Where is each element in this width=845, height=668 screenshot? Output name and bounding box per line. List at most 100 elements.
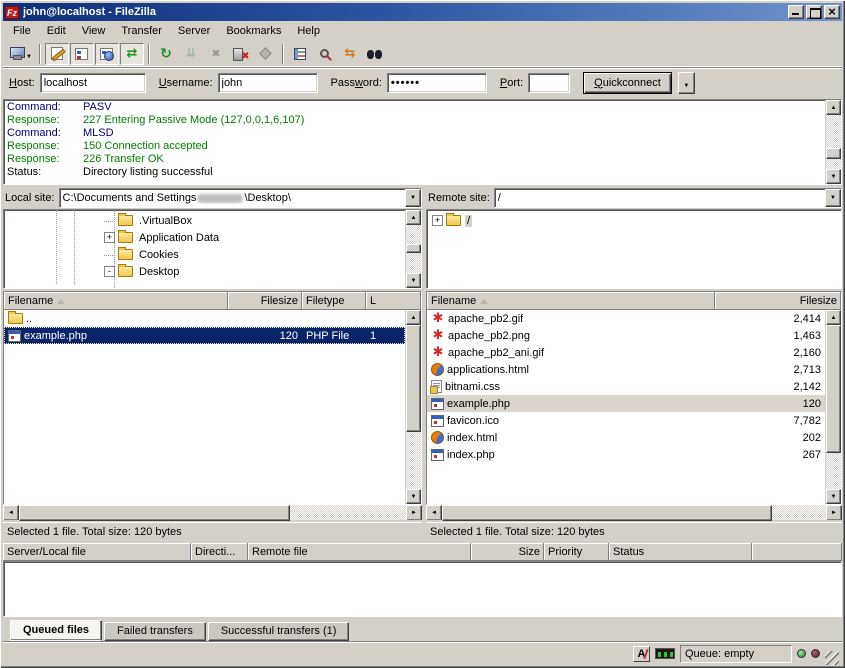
column-header-filename[interactable]: Filename [4, 292, 228, 310]
scroll-thumb[interactable] [442, 505, 772, 521]
scroll-up-icon[interactable]: ▲ [406, 210, 421, 225]
toggle-remote-tree-button[interactable] [95, 43, 119, 65]
filename-filters-button[interactable] [313, 43, 337, 65]
local-site-dropdown[interactable]: ▼ [405, 189, 421, 207]
tree-item-cookies[interactable]: Cookies [4, 246, 405, 263]
close-button[interactable] [824, 5, 840, 19]
find-files-button[interactable] [363, 43, 387, 65]
maximize-button[interactable] [806, 5, 822, 19]
quickconnect-dropdown-button[interactable] [678, 72, 695, 94]
local-list-scrollbar[interactable]: ▲ ▼ [405, 310, 421, 504]
file-row[interactable]: apache_pb2_ani.gif 2,160 [427, 344, 825, 361]
remote-list-scrollbar[interactable]: ▲ ▼ [825, 310, 841, 504]
menu-view[interactable]: View [74, 23, 114, 39]
refresh-button[interactable] [154, 43, 178, 65]
menu-edit[interactable]: Edit [39, 23, 74, 39]
queue-column-size[interactable]: Size [471, 543, 544, 561]
scroll-thumb[interactable] [406, 325, 421, 432]
disconnect-button[interactable] [229, 43, 253, 65]
toggle-local-tree-button[interactable] [70, 43, 94, 65]
expand-icon[interactable]: + [432, 215, 443, 226]
file-row[interactable]: index.html 202 [427, 429, 825, 446]
tab-failed-transfers[interactable]: Failed transfers [104, 622, 206, 641]
file-row[interactable]: applications.html 2,713 [427, 361, 825, 378]
directory-comparison-button[interactable] [288, 43, 312, 65]
site-manager-button[interactable] [6, 43, 35, 65]
file-row[interactable]: favicon.ico 7,782 [427, 412, 825, 429]
scroll-down-icon[interactable]: ▼ [406, 489, 421, 504]
tab-successful-transfers[interactable]: Successful transfers (1) [208, 622, 350, 641]
menu-file[interactable]: File [5, 23, 39, 39]
column-header-filesize[interactable]: Filesize [715, 292, 841, 310]
username-input[interactable] [218, 73, 318, 93]
local-tree-scrollbar[interactable]: ▲ ▼ [405, 210, 421, 288]
column-header-filetype[interactable]: Filetype [302, 292, 366, 310]
password-input[interactable] [387, 73, 487, 93]
toggle-queue-button[interactable] [120, 43, 144, 65]
queue-column-priority[interactable]: Priority [544, 543, 609, 561]
scroll-down-icon[interactable]: ▼ [826, 489, 841, 504]
file-row-parent-dir[interactable]: .. [4, 310, 405, 327]
synchronized-browsing-button[interactable] [338, 43, 362, 65]
scroll-up-icon[interactable]: ▲ [406, 310, 421, 325]
toolbar-separator [282, 44, 284, 64]
menu-help[interactable]: Help [289, 23, 328, 39]
remote-pane: Remote site: / ▼ +/ Filename Filesize [426, 188, 842, 540]
scroll-thumb[interactable] [826, 325, 841, 453]
tree-item-application-data[interactable]: +Application Data [4, 229, 405, 246]
menu-transfer[interactable]: Transfer [113, 23, 170, 39]
expand-icon[interactable]: + [104, 232, 115, 243]
file-row[interactable]: apache_pb2.png 1,463 [427, 327, 825, 344]
quickconnect-button[interactable]: Quickconnect [583, 72, 672, 94]
queue-column-status[interactable]: Status [609, 543, 752, 561]
reconnect-button[interactable] [254, 43, 278, 65]
menu-server[interactable]: Server [170, 23, 218, 39]
local-site-combo[interactable]: C:\Documents and Settings\Desktop\ ▼ [59, 188, 422, 208]
log-scrollbar[interactable]: ▲ ▼ [825, 100, 841, 184]
port-input[interactable] [528, 73, 570, 93]
transfer-type-icon[interactable]: A [633, 646, 650, 662]
scroll-thumb[interactable] [19, 505, 290, 521]
remote-site-combo[interactable]: / ▼ [494, 188, 842, 208]
file-row-example-php[interactable]: example.php 120 PHP File 1 [4, 327, 405, 344]
scroll-left-icon[interactable]: ◄ [3, 505, 19, 521]
scroll-down-icon[interactable]: ▼ [826, 169, 841, 184]
titlebar[interactable]: Fz john@localhost - FileZilla [3, 3, 842, 21]
file-row[interactable]: apache_pb2.gif 2,414 [427, 310, 825, 327]
scroll-thumb[interactable] [406, 244, 421, 253]
minimize-button[interactable] [788, 5, 804, 19]
remote-horizontal-scrollbar[interactable]: ◄ ► [426, 505, 842, 521]
scroll-right-icon[interactable]: ► [406, 505, 422, 521]
file-row[interactable]: bitnami.css 2,142 [427, 378, 825, 395]
scroll-up-icon[interactable]: ▲ [826, 310, 841, 325]
remote-site-dropdown[interactable]: ▼ [825, 189, 841, 207]
host-input[interactable] [40, 73, 146, 93]
queue-column-remote-file[interactable]: Remote file [248, 543, 471, 561]
cancel-operation-button[interactable] [204, 43, 228, 65]
sort-ascending-icon [480, 299, 488, 304]
queue-body[interactable] [3, 561, 842, 617]
scroll-down-icon[interactable]: ▼ [406, 273, 421, 288]
queue-column-direction[interactable]: Directi... [191, 543, 248, 561]
tree-item-virtualbox[interactable]: .VirtualBox [4, 212, 405, 229]
local-horizontal-scrollbar[interactable]: ◄ ► [3, 505, 422, 521]
toggle-message-log-button[interactable] [45, 43, 69, 65]
scroll-thumb[interactable] [826, 148, 841, 159]
process-queue-button[interactable] [179, 43, 203, 65]
menu-bookmarks[interactable]: Bookmarks [218, 23, 289, 39]
tree-item-root[interactable]: +/ [427, 212, 841, 229]
tree-item-desktop[interactable]: -Desktop [4, 263, 405, 280]
queue-status: Queue: empty [680, 645, 792, 663]
file-row-example-php[interactable]: example.php 120 [427, 395, 825, 412]
scroll-left-icon[interactable]: ◄ [426, 505, 442, 521]
scroll-up-icon[interactable]: ▲ [826, 100, 841, 115]
file-row[interactable]: index.php 267 [427, 446, 825, 463]
column-header-filesize[interactable]: Filesize [228, 292, 302, 310]
scroll-right-icon[interactable]: ► [826, 505, 842, 521]
tab-queued-files[interactable]: Queued files [10, 620, 102, 641]
column-header-lastmodified[interactable]: L [366, 292, 421, 310]
queue-column-server-local[interactable]: Server/Local file [3, 543, 191, 561]
collapse-icon[interactable]: - [104, 266, 115, 277]
column-header-filename[interactable]: Filename [427, 292, 715, 310]
resize-grip[interactable] [825, 651, 839, 665]
